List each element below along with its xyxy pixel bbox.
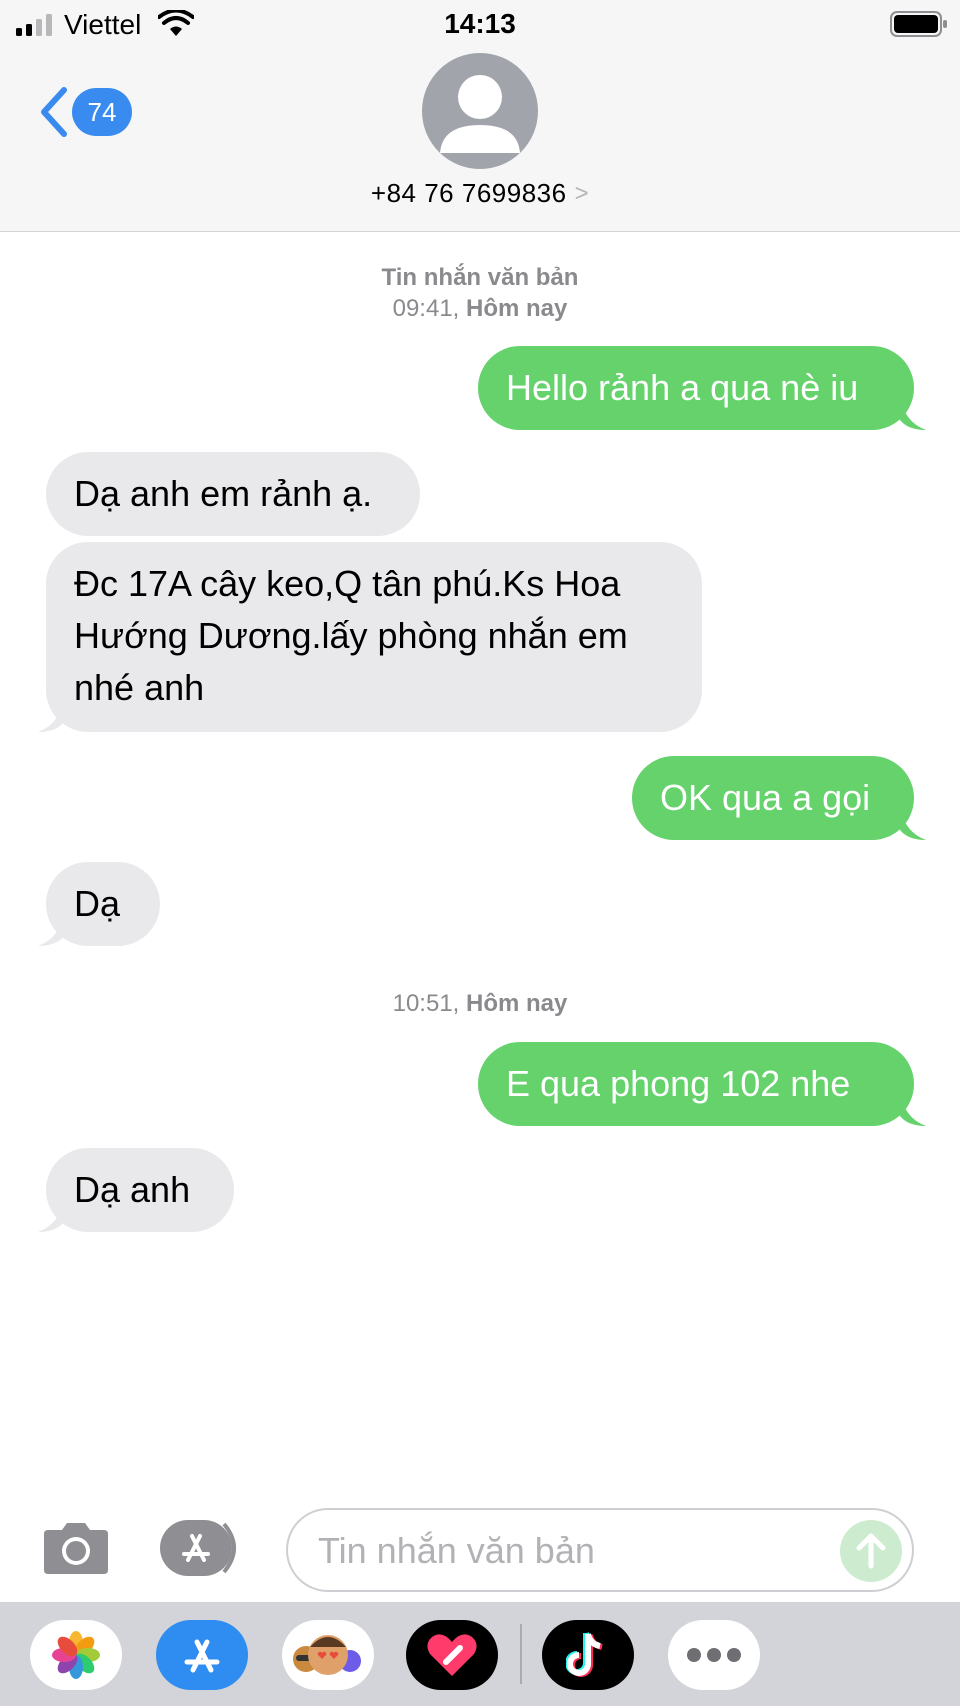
- bubble-tail: [900, 806, 926, 840]
- timestamp-label: 10:51, Hôm nay: [0, 988, 960, 1019]
- photos-app-button[interactable]: [30, 1620, 122, 1690]
- day-label: Hôm nay: [466, 295, 568, 322]
- message-type-label: Tin nhắn văn bản 09:41, Hôm nay: [0, 262, 960, 324]
- arrow-up-icon: [856, 1533, 886, 1569]
- tiktok-icon: [566, 1632, 603, 1677]
- unread-count-badge: 74: [72, 88, 132, 136]
- contact-name-button[interactable]: +84 76 7699836 >: [0, 178, 960, 209]
- tiktok-app-button[interactable]: [542, 1620, 634, 1690]
- back-button[interactable]: 74: [36, 84, 136, 140]
- more-apps-button[interactable]: [668, 1620, 760, 1690]
- app-store-button-icon[interactable]: [160, 1520, 246, 1576]
- status-time: 14:13: [444, 8, 516, 39]
- messages-screen: Viettel 14:13 74 +84 76 7699836 > Tin nh…: [0, 0, 960, 1706]
- memoji-icon: [293, 1635, 361, 1675]
- send-button[interactable]: [840, 1520, 902, 1582]
- bubble-tail: [38, 698, 64, 732]
- person-icon: [440, 75, 520, 153]
- chevron-right-icon: >: [574, 179, 590, 207]
- sent-message-bubble[interactable]: E qua phong 102 nhe: [478, 1042, 914, 1126]
- received-message-bubble[interactable]: Dạ anh em rảnh ạ.: [46, 452, 420, 536]
- status-bar: Viettel 14:13: [0, 0, 960, 48]
- app-store-app-button[interactable]: [156, 1620, 248, 1690]
- battery-icon: [890, 11, 947, 37]
- drawer-divider: [520, 1624, 522, 1684]
- bubble-tail: [38, 912, 64, 946]
- contact-avatar[interactable]: [422, 53, 538, 169]
- chevron-left-icon: [41, 87, 67, 137]
- received-message-bubble[interactable]: Đc 17A cây keo,Q tân phú.Ks Hoa Hướng Dư…: [46, 542, 702, 732]
- timestamp: 10:51,: [392, 990, 460, 1017]
- camera-icon[interactable]: [40, 1520, 112, 1576]
- bubble-tail: [38, 1198, 64, 1232]
- received-message-bubble[interactable]: Dạ anh: [46, 1148, 234, 1232]
- app-drawer: [0, 1602, 960, 1706]
- bubble-tail: [900, 396, 926, 430]
- sms-label: Tin nhắn văn bản: [381, 264, 579, 291]
- photos-icon: [52, 1631, 100, 1679]
- more-icon: [687, 1648, 741, 1662]
- memoji-app-button[interactable]: [282, 1620, 374, 1690]
- sent-message-bubble[interactable]: Hello rảnh a qua nè iu: [478, 346, 914, 430]
- sent-message-bubble[interactable]: OK qua a gọi: [632, 756, 914, 840]
- day-label: Hôm nay: [466, 990, 568, 1017]
- timestamp: 09:41,: [392, 295, 460, 322]
- app-store-icon: [184, 1639, 220, 1673]
- conversation-header: Viettel 14:13 74 +84 76 7699836 >: [0, 0, 960, 232]
- digital-touch-app-button[interactable]: [406, 1620, 498, 1690]
- message-input[interactable]: Tin nhắn văn bản: [286, 1508, 914, 1592]
- contact-number: +84 76 7699836: [370, 178, 567, 208]
- digital-touch-icon: [427, 1634, 477, 1676]
- bubble-tail: [900, 1092, 926, 1126]
- message-input-placeholder: Tin nhắn văn bản: [318, 1530, 595, 1571]
